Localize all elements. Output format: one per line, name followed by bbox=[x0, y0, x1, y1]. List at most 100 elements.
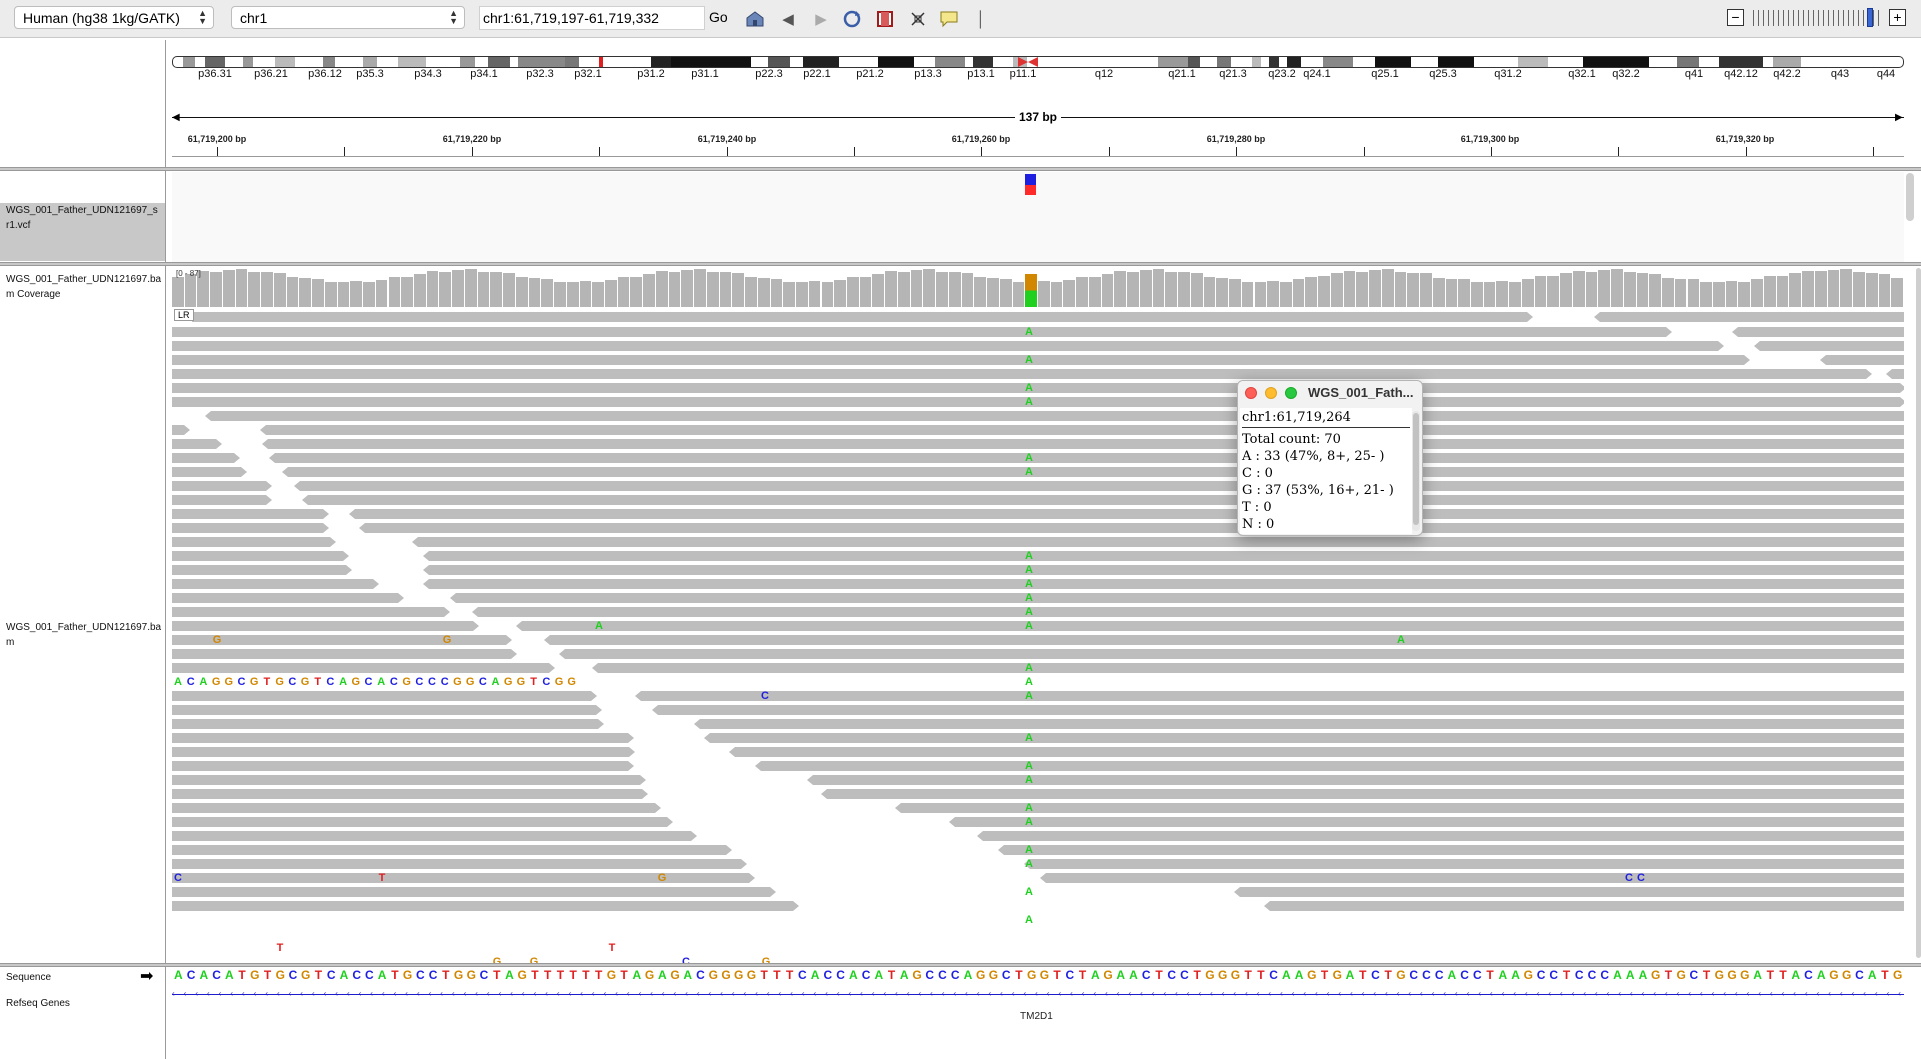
coverage-bar[interactable] bbox=[439, 272, 452, 307]
coverage-bar[interactable] bbox=[1458, 279, 1470, 307]
locus-input[interactable]: chr1:61,719,197-61,719,332 bbox=[479, 6, 705, 30]
alignment-read[interactable] bbox=[172, 579, 379, 589]
alignment-read[interactable] bbox=[172, 607, 450, 617]
cytoband-label[interactable]: p21.2 bbox=[856, 68, 884, 80]
coverage-bar[interactable] bbox=[681, 270, 694, 307]
cytoband-label[interactable]: q12 bbox=[1095, 68, 1113, 80]
coverage-bar[interactable] bbox=[1203, 277, 1216, 307]
alignment-read[interactable] bbox=[652, 705, 1904, 715]
cytoband-label[interactable]: p36.31 bbox=[198, 68, 232, 80]
cytoband-label[interactable]: p31.1 bbox=[691, 68, 719, 80]
coverage-bar[interactable] bbox=[783, 282, 796, 307]
alignment-read[interactable] bbox=[172, 859, 747, 869]
cytoband-label[interactable]: p34.3 bbox=[414, 68, 442, 80]
alignment-read[interactable] bbox=[172, 873, 755, 883]
coverage-bar[interactable] bbox=[210, 272, 222, 307]
coverage-bar[interactable] bbox=[1025, 274, 1037, 307]
cytoband-label[interactable]: q31.2 bbox=[1494, 68, 1522, 80]
alignment-read[interactable] bbox=[1234, 887, 1904, 897]
alignment-read[interactable] bbox=[172, 341, 1724, 351]
alignment-read[interactable] bbox=[423, 565, 1904, 575]
cytoband-label[interactable]: q41 bbox=[1685, 68, 1703, 80]
zoom-window-icon[interactable] bbox=[1285, 387, 1297, 399]
coverage-bar[interactable] bbox=[286, 277, 299, 307]
coverage-bar[interactable] bbox=[643, 274, 655, 307]
alignment-read[interactable] bbox=[172, 369, 1872, 379]
alignment-read[interactable] bbox=[412, 537, 1904, 547]
alignment-read[interactable] bbox=[172, 887, 776, 897]
alignment-read[interactable] bbox=[172, 565, 352, 575]
minimize-icon[interactable] bbox=[1265, 387, 1277, 399]
coverage-bar[interactable] bbox=[910, 270, 923, 307]
coverage-bar[interactable] bbox=[1254, 282, 1267, 307]
vcf-variant[interactable] bbox=[1025, 174, 1036, 196]
alignment-read[interactable] bbox=[172, 663, 555, 673]
coverage-bar[interactable] bbox=[1496, 281, 1509, 307]
cytoband-label[interactable]: q42.2 bbox=[1773, 68, 1801, 80]
zoom-out-icon[interactable]: − bbox=[1727, 9, 1744, 26]
coverage-bar[interactable] bbox=[1216, 278, 1229, 307]
coverage-bar[interactable] bbox=[1152, 269, 1165, 307]
coverage-bar[interactable] bbox=[1063, 280, 1076, 307]
coverage-bar[interactable] bbox=[923, 269, 936, 307]
alignment-read[interactable] bbox=[172, 733, 634, 743]
cytoband-label[interactable]: q23.2 bbox=[1268, 68, 1296, 80]
coverage-bar[interactable] bbox=[1012, 282, 1025, 307]
go-button[interactable]: Go bbox=[709, 9, 728, 25]
alignment-read[interactable] bbox=[450, 593, 1904, 603]
coverage-bar[interactable] bbox=[1279, 282, 1292, 307]
coverage-bar[interactable] bbox=[1483, 282, 1496, 307]
cytoband-label[interactable]: p32.3 bbox=[526, 68, 554, 80]
coverage-bar[interactable] bbox=[1789, 273, 1802, 307]
alignment-read[interactable] bbox=[807, 775, 1904, 785]
coverage-bar[interactable] bbox=[1674, 279, 1687, 307]
coverage-bar[interactable] bbox=[1585, 272, 1598, 307]
cytoband-label[interactable]: p36.12 bbox=[308, 68, 342, 80]
chromosome-select[interactable]: chr1 ▲ ▼ bbox=[231, 6, 465, 29]
coverage-bar[interactable] bbox=[999, 279, 1012, 307]
coverage-bar[interactable] bbox=[1712, 282, 1725, 307]
coverage-bar[interactable] bbox=[1432, 278, 1445, 307]
refseq-track-name[interactable]: Refseq Genes bbox=[6, 996, 164, 1011]
coverage-bar[interactable] bbox=[808, 281, 821, 307]
alignment-read[interactable] bbox=[172, 747, 635, 757]
alignment-read[interactable] bbox=[172, 901, 799, 911]
coverage-track-name[interactable]: WGS_001_Father_UDN121697.bam Coverage bbox=[6, 272, 164, 302]
alignment-read[interactable] bbox=[472, 607, 1904, 617]
coverage-bar[interactable] bbox=[248, 272, 261, 307]
cytoband-label[interactable]: p13.1 bbox=[967, 68, 995, 80]
coverage-bar[interactable] bbox=[1445, 279, 1458, 307]
alignment-read[interactable] bbox=[592, 663, 1904, 673]
coverage-bar[interactable] bbox=[1038, 281, 1050, 307]
coverage-bar[interactable] bbox=[1751, 279, 1763, 307]
coverage-bar[interactable] bbox=[477, 272, 490, 307]
alignment-read[interactable] bbox=[260, 425, 1904, 435]
alignment-read[interactable] bbox=[282, 467, 1904, 477]
coverage-bar[interactable] bbox=[745, 277, 757, 307]
alignment-read[interactable] bbox=[172, 845, 732, 855]
coverage-bar[interactable] bbox=[859, 277, 872, 307]
coverage-bar[interactable] bbox=[172, 277, 184, 307]
coverage-bar[interactable] bbox=[528, 278, 541, 307]
panel-divider[interactable] bbox=[0, 262, 1921, 266]
coverage-bar[interactable] bbox=[897, 272, 910, 307]
alignment-track[interactable]: AAAAAAAAAAAAAAAAAAAAAAAAAAGGCCTGCCTTGGCG… bbox=[172, 307, 1904, 964]
coverage-bar[interactable] bbox=[719, 272, 732, 307]
coverage-bar[interactable] bbox=[617, 277, 630, 307]
cytoband-label[interactable]: q25.1 bbox=[1371, 68, 1399, 80]
coverage-bar[interactable] bbox=[1547, 276, 1560, 307]
coverage-bar[interactable] bbox=[490, 272, 503, 307]
coverage-bar[interactable] bbox=[426, 271, 439, 307]
coverage-bar[interactable] bbox=[1178, 272, 1190, 307]
coverage-bar[interactable] bbox=[732, 273, 745, 307]
coverage-bar[interactable] bbox=[1407, 273, 1420, 307]
alignment-read[interactable] bbox=[172, 775, 646, 785]
alignment-read[interactable] bbox=[694, 719, 1904, 729]
vcf-track[interactable] bbox=[172, 172, 1904, 262]
cytoband-label[interactable]: q25.3 bbox=[1429, 68, 1457, 80]
alignment-read[interactable] bbox=[1264, 901, 1904, 911]
cytoband-label[interactable]: p32.1 bbox=[574, 68, 602, 80]
alignment-read[interactable] bbox=[172, 831, 697, 841]
alignment-read[interactable] bbox=[172, 635, 512, 645]
coverage-bar[interactable] bbox=[1229, 279, 1241, 307]
